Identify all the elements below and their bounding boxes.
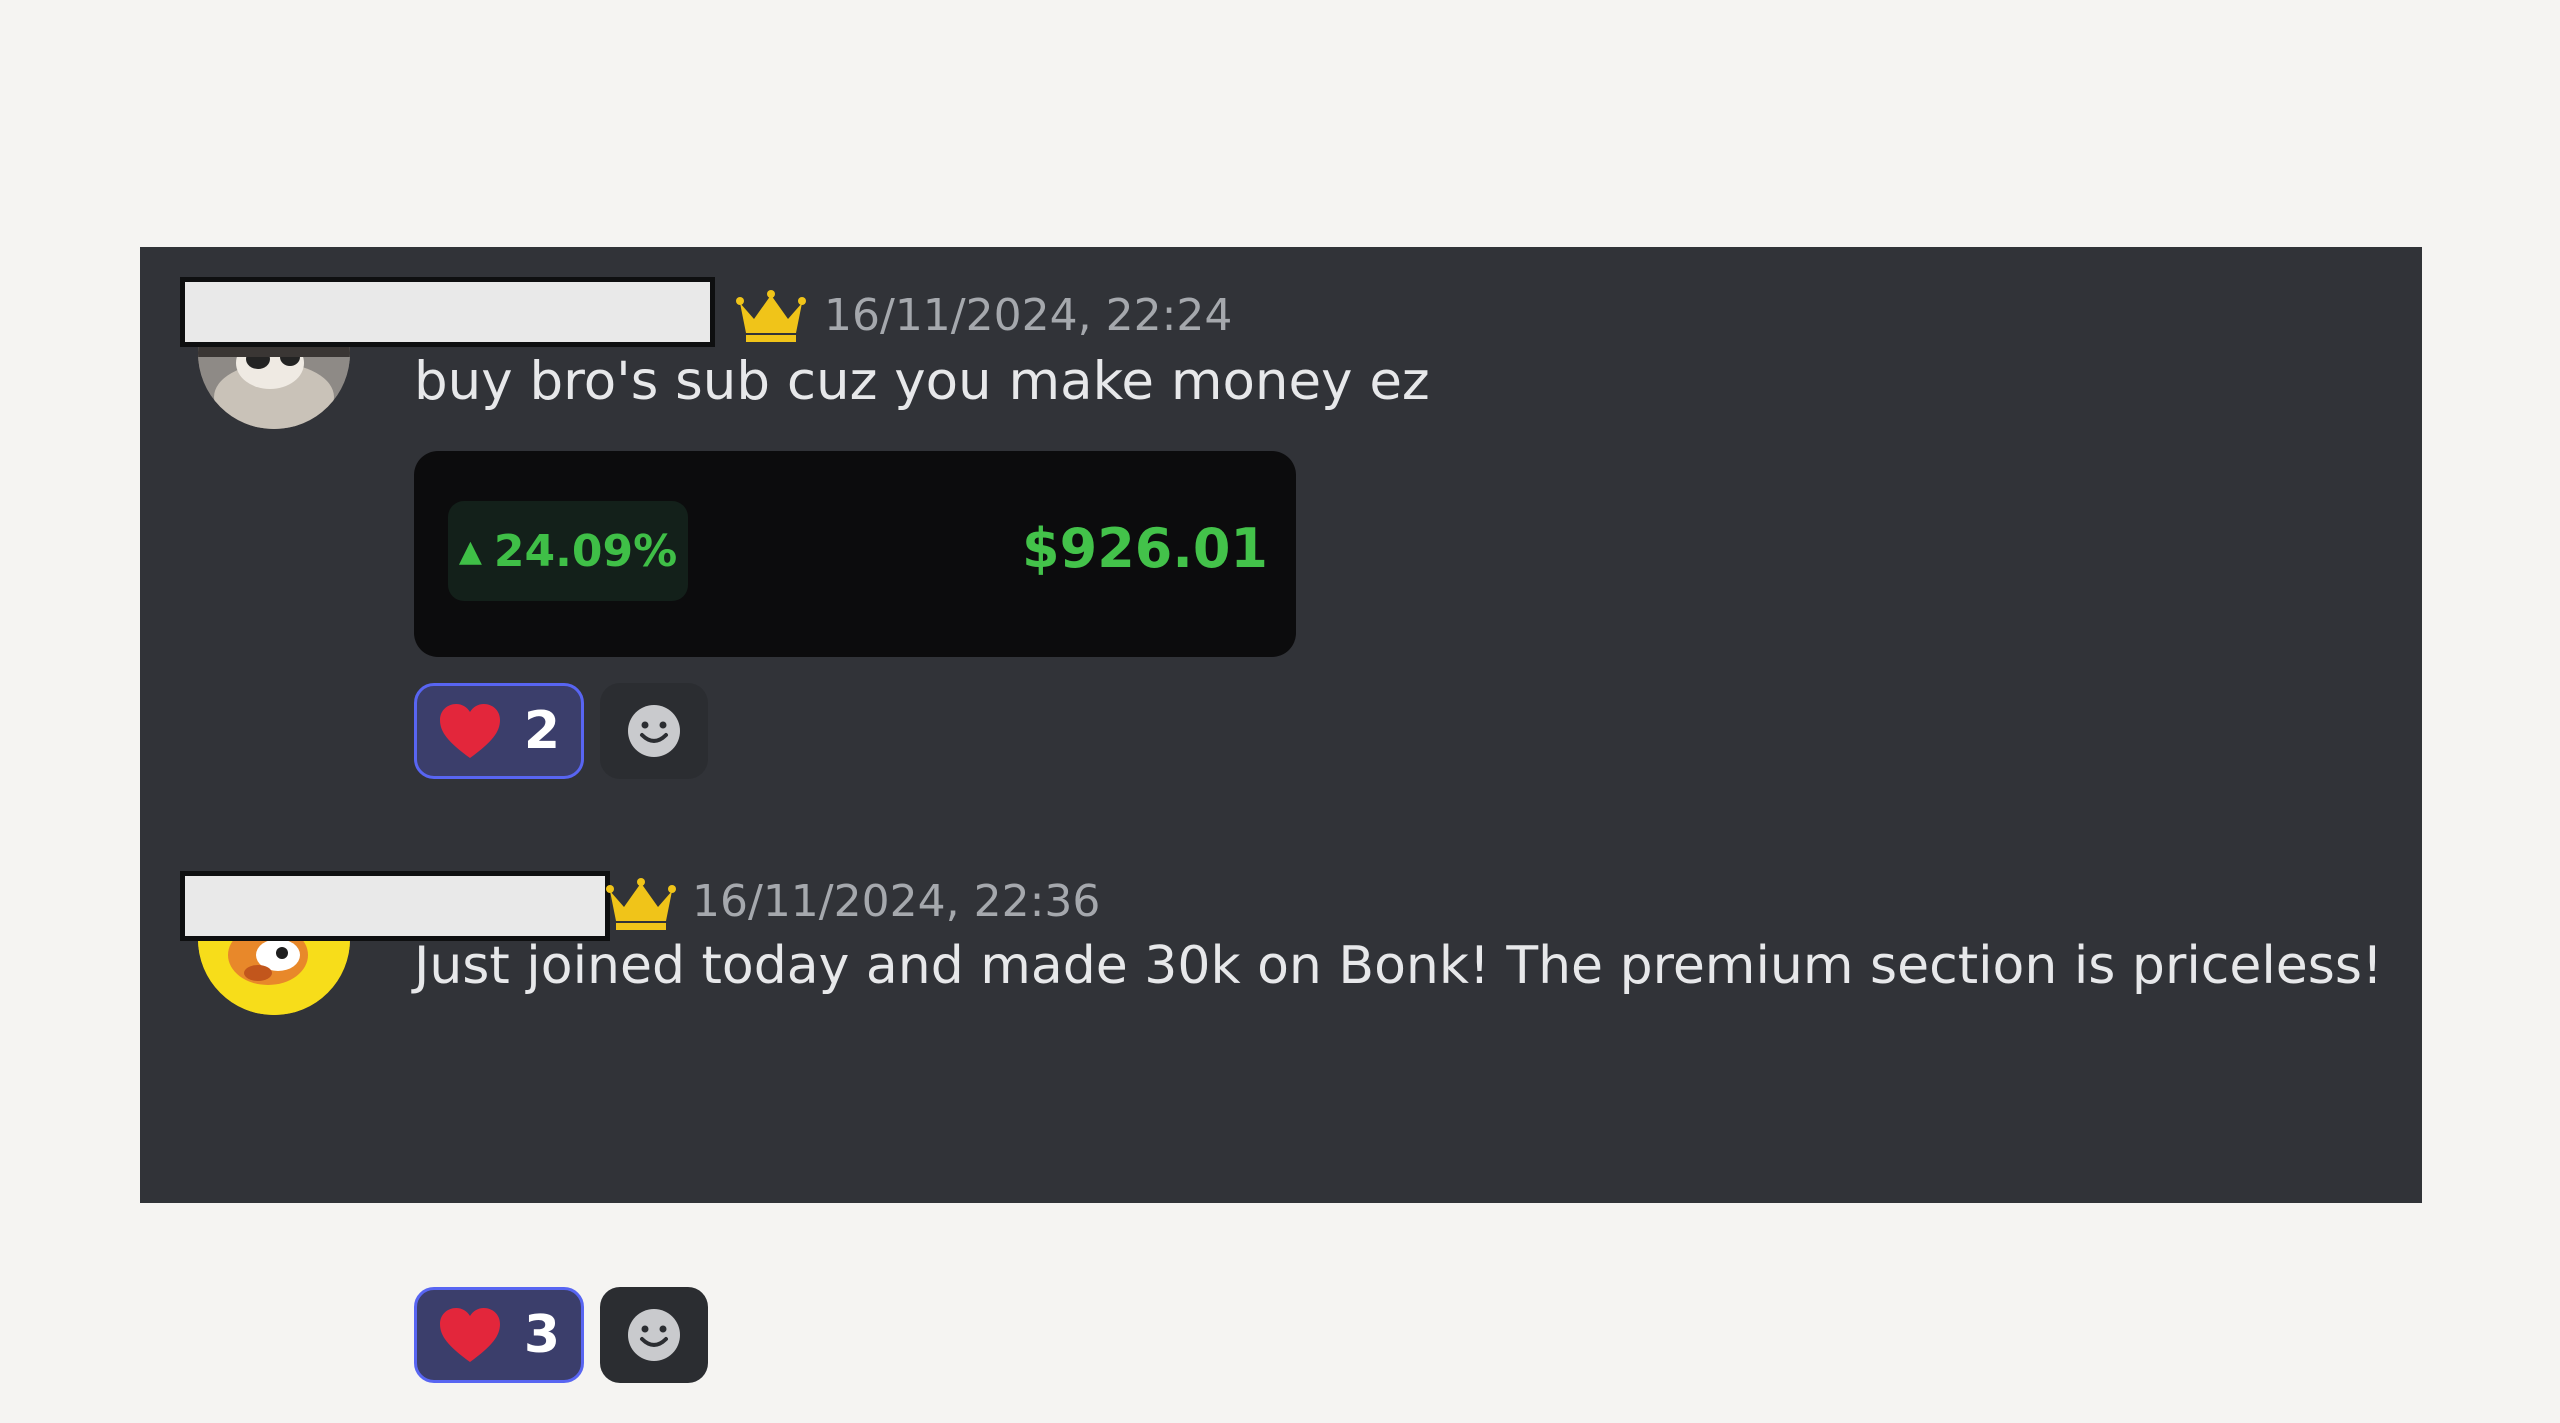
percent-change-value: 24.09% xyxy=(493,525,678,577)
heart-icon xyxy=(439,1308,500,1362)
message-content: Just joined today and made 30k on Bonk! … xyxy=(414,936,2383,996)
profit-amount: $926.01 xyxy=(1022,517,1268,580)
message: 16/11/2024, 22:24 buy bro's sub cuz you … xyxy=(140,277,2422,797)
add-reaction-button[interactable] xyxy=(600,683,708,779)
crown-icon xyxy=(606,877,676,931)
crown-icon xyxy=(736,289,806,343)
redacted-username xyxy=(180,871,610,941)
add-reaction-button[interactable] xyxy=(600,1287,708,1383)
chat-panel: 16/11/2024, 22:24 buy bro's sub cuz you … xyxy=(140,247,2422,1383)
message-timestamp: 16/11/2024, 22:24 xyxy=(824,290,1233,341)
reactions-bar: 3 xyxy=(414,1287,708,1383)
message-content: buy bro's sub cuz you make money ez xyxy=(414,351,1430,412)
reactions-bar: 2 xyxy=(414,683,708,779)
heart-reaction-button[interactable]: 2 xyxy=(414,683,584,779)
smiley-icon xyxy=(628,1309,680,1361)
smiley-icon xyxy=(628,705,680,757)
triangle-up-icon: ▲ xyxy=(458,533,482,569)
redacted-username xyxy=(180,277,715,347)
heart-reaction-button[interactable]: 3 xyxy=(414,1287,584,1383)
message: 16/11/2024, 22:36 Just joined today and … xyxy=(140,871,2422,1383)
pnl-embed-card: ▲ 24.09% $926.01 xyxy=(414,451,1296,657)
reaction-count: 2 xyxy=(523,701,561,761)
percent-change-badge: ▲ 24.09% xyxy=(448,501,688,601)
reaction-count: 3 xyxy=(523,1305,561,1365)
message-timestamp: 16/11/2024, 22:36 xyxy=(692,876,1101,927)
heart-icon xyxy=(439,704,500,758)
